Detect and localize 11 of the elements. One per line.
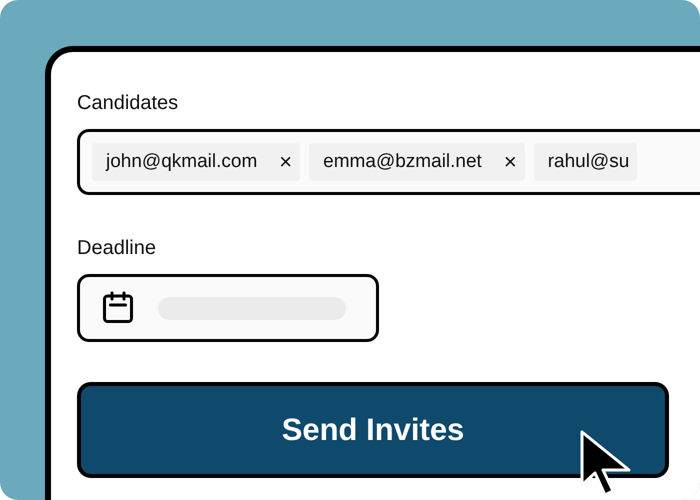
email-text: rahul@su <box>548 151 630 173</box>
send-invites-button[interactable]: Send Invites <box>77 382 669 478</box>
email-text: emma@bzmail.net <box>323 151 482 173</box>
field-label: Deadline <box>77 237 157 260</box>
field-label: Candidates <box>77 92 180 115</box>
calendar-icon <box>100 290 136 326</box>
candidates-field[interactable]: john@qkmail.com × emma@bzmail.net × rahul@su <box>77 129 700 195</box>
date-field[interactable] <box>77 274 379 342</box>
remove-button[interactable]: × <box>279 151 292 173</box>
email-text: john@qkmail.com <box>106 151 258 173</box>
remove-button[interactable]: × <box>504 151 517 173</box>
